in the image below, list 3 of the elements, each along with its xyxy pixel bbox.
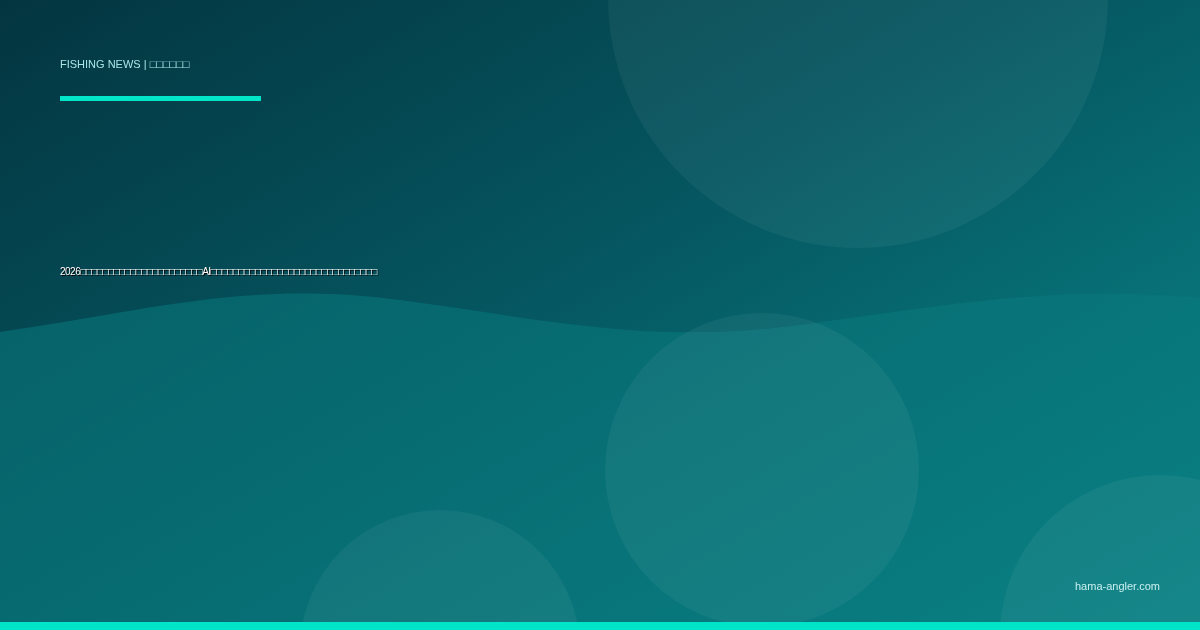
header-label: FISHING NEWS | □□□□□□	[60, 58, 191, 70]
site-domain: hama-angler.com	[1075, 580, 1160, 592]
headline: 2026□□□□□□□□□□□□□□□□□□□□□□AI□□□□□□□□□□□□□□□□□□□□□□□□□□□□□□	[60, 266, 379, 277]
